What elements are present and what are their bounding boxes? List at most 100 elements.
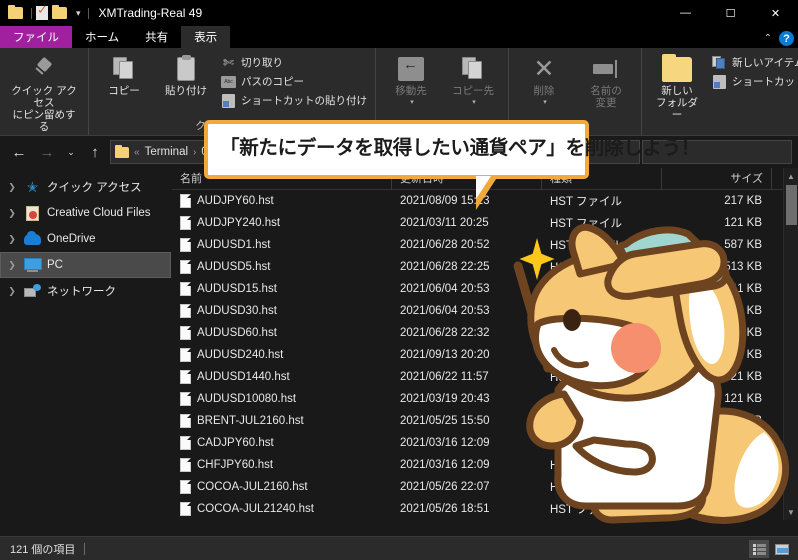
- details-view-button[interactable]: [749, 540, 769, 558]
- ribbon-tabs: ファイル ホーム 共有 表示 ⌃ ?: [0, 26, 798, 48]
- table-row[interactable]: AUDUSD5.hst 2021/06/28 22:25 HST ファイル 513 K…: [172, 256, 798, 278]
- file-name-cell: AUDUSD1.hst: [172, 238, 392, 252]
- paste-button[interactable]: 貼り付け: [155, 51, 217, 99]
- sidebar-item-pc[interactable]: ❯ PC: [0, 252, 171, 278]
- column-header-size[interactable]: サイズ: [662, 168, 772, 190]
- file-icon: [180, 392, 191, 406]
- copy-to-label: コピー先: [452, 85, 494, 97]
- chevron-up-icon[interactable]: ⌃: [764, 33, 772, 44]
- table-row[interactable]: AUDUSD60.hst 2021/06/28 22:32 HST ファイル 208 …: [172, 322, 798, 344]
- chevron-right-icon[interactable]: ❯: [6, 260, 18, 271]
- file-size-cell: 513 KB: [724, 261, 762, 273]
- table-row[interactable]: AUDUSD1440.hst 2021/06/22 11:57 HST ファイル 12…: [172, 366, 798, 388]
- tab-share[interactable]: 共有: [132, 26, 181, 48]
- tab-view[interactable]: 表示: [181, 26, 231, 48]
- maximize-button[interactable]: ☐: [708, 0, 753, 26]
- file-type-cell: HST ファイル: [550, 284, 622, 296]
- new-item-button[interactable]: 新しいアイテム ▾: [708, 53, 798, 72]
- paste-shortcut-label: ショートカットの貼り付け: [241, 95, 367, 107]
- scrollbar-thumb[interactable]: [786, 185, 797, 225]
- table-row[interactable]: AUDUSD240.hst 2021/09/13 20:20 HST ファイル 121…: [172, 344, 798, 366]
- file-name-cell: AUDUSD30.hst: [172, 304, 392, 318]
- file-size-cell: 121 KB: [724, 371, 762, 383]
- file-date-cell: 2021/06/28 22:25: [400, 261, 490, 273]
- table-row[interactable]: CHFJPY60.hst 2021/03/16 12:09 HST ファイル 121 …: [172, 454, 798, 476]
- sidebar-item-onedrive[interactable]: ❯ OneDrive: [0, 226, 171, 252]
- help-icon[interactable]: ?: [779, 31, 794, 46]
- chevron-down-icon[interactable]: ▾: [543, 97, 547, 109]
- copy-path-button[interactable]: Abc パスのコピー: [217, 72, 371, 91]
- chevron-right-icon[interactable]: ❯: [6, 286, 18, 297]
- paste-shortcut-button[interactable]: ショートカットの貼り付け: [217, 91, 371, 110]
- file-type-cell: HST ファイル: [550, 306, 622, 318]
- chevron-down-icon[interactable]: ▾: [410, 97, 414, 109]
- table-row[interactable]: AUDJPY240.hst 2021/03/11 20:25 HST ファイル 121…: [172, 212, 798, 234]
- table-row[interactable]: AUDUSD30.hst 2021/06/04 20:53 HST ファイル 218 …: [172, 300, 798, 322]
- details-view-icon: [752, 543, 766, 555]
- tab-home[interactable]: ホーム: [72, 26, 132, 48]
- breadcrumb-item-terminal[interactable]: Terminal: [145, 146, 188, 158]
- file-icon: [180, 502, 191, 516]
- window-controls: — ☐ ✕: [663, 0, 798, 26]
- creative-cloud-icon: [24, 205, 41, 221]
- file-name-cell: BRENT-JUL2160.hst: [172, 414, 392, 428]
- table-row[interactable]: AUDUSD15.hst 2021/06/04 20:53 HST ファイル 311 …: [172, 278, 798, 300]
- star-icon: ✭: [26, 178, 39, 195]
- quick-access-folder-icon[interactable]: [8, 4, 23, 20]
- file-type-cell: HST ファイル: [550, 416, 622, 428]
- minimize-button[interactable]: —: [663, 0, 708, 26]
- chevron-right-icon[interactable]: ❯: [6, 234, 18, 245]
- sidebar-item-creative-cloud-files[interactable]: ❯ Creative Cloud Files: [0, 200, 171, 226]
- new-shortcut-button[interactable]: ショートカット ▾: [708, 72, 798, 91]
- cut-button[interactable]: ✄ 切り取り: [217, 53, 371, 72]
- breadcrumb-overflow[interactable]: «: [134, 147, 140, 158]
- copy-button[interactable]: コピー: [93, 51, 155, 99]
- paste-shortcut-icon: [221, 93, 236, 108]
- scroll-down-button[interactable]: ▼: [784, 504, 798, 520]
- table-row[interactable]: COCOA-JUL2160.hst 2021/05/26 22:07 HST ファイ…: [172, 476, 798, 498]
- chevron-down-icon[interactable]: ▾: [472, 97, 476, 109]
- scroll-up-button[interactable]: ▲: [784, 168, 798, 184]
- view-mode-buttons: [749, 540, 792, 558]
- new-folder-button[interactable]: 新しい フォルダー: [646, 51, 708, 123]
- file-icon: [180, 260, 191, 274]
- sidebar-item-network[interactable]: ❯ ネットワーク: [0, 278, 171, 304]
- table-row[interactable]: BRENT-JUL2160.hst 2021/05/25 15:50 HST ファイ…: [172, 410, 798, 432]
- clipboard-small-commands: ✄ 切り取り Abc パスのコピー ショートカットの貼り付け: [217, 51, 371, 110]
- pin-to-quick-access-button[interactable]: クイック アクセス にピン留めする: [4, 51, 84, 135]
- tiles-view-button[interactable]: [772, 540, 792, 558]
- tab-file[interactable]: ファイル: [0, 26, 72, 48]
- chevron-right-icon[interactable]: ❯: [6, 182, 18, 193]
- properties-icon[interactable]: [36, 3, 48, 20]
- file-date-cell: 2021/03/11 20:25: [400, 217, 489, 229]
- file-type-cell: HST ファイル: [550, 262, 622, 274]
- forward-button[interactable]: →: [34, 139, 60, 165]
- cut-label: 切り取り: [241, 57, 283, 69]
- table-row[interactable]: AUDUSD10080.hst 2021/03/19 20:43 HST ファイル 1…: [172, 388, 798, 410]
- chevron-down-icon[interactable]: ▾: [76, 8, 80, 19]
- up-button[interactable]: ↑: [82, 139, 108, 165]
- new-folder-icon[interactable]: [52, 4, 67, 20]
- sidebar-item-label: ネットワーク: [47, 286, 116, 298]
- sidebar-item-quick-access[interactable]: ❯ ✭ クイック アクセス: [0, 174, 171, 200]
- move-to-button[interactable]: 移動先 ▾: [380, 51, 442, 111]
- item-count-label: 121 個の項目: [10, 543, 76, 556]
- file-name-cell: AUDUSD60.hst: [172, 326, 392, 340]
- copy-to-button[interactable]: コピー先 ▾: [442, 51, 504, 111]
- ribbon-tab-actions: ⌃ ?: [764, 31, 794, 46]
- explorer-body: ❯ ✭ クイック アクセス ❯ Creative Cloud Files ❯ O…: [0, 168, 798, 520]
- back-button[interactable]: ←: [6, 139, 32, 165]
- close-button[interactable]: ✕: [753, 0, 798, 26]
- file-name-label: AUDUSD10080.hst: [197, 393, 297, 405]
- table-row[interactable]: COCOA-JUL21240.hst 2021/05/26 18:51 HST ファ…: [172, 498, 798, 520]
- chevron-right-icon[interactable]: ❯: [6, 208, 18, 219]
- file-size-cell: 121 KB: [724, 481, 762, 493]
- delete-button[interactable]: ✕ 削除 ▾: [513, 51, 575, 111]
- file-name-cell: CADJPY60.hst: [172, 436, 392, 450]
- recent-locations-button[interactable]: ⌄: [62, 139, 80, 165]
- rename-button[interactable]: 名前の 変更: [575, 51, 637, 111]
- vertical-scrollbar[interactable]: ▲ ▼: [783, 168, 798, 520]
- table-row[interactable]: CADJPY60.hst 2021/03/16 12:09 HST ファイル 121 …: [172, 432, 798, 454]
- table-row[interactable]: AUDUSD1.hst 2021/06/28 20:52 HST ファイル 587 K…: [172, 234, 798, 256]
- file-date-cell: 2021/05/26 18:51: [400, 503, 490, 515]
